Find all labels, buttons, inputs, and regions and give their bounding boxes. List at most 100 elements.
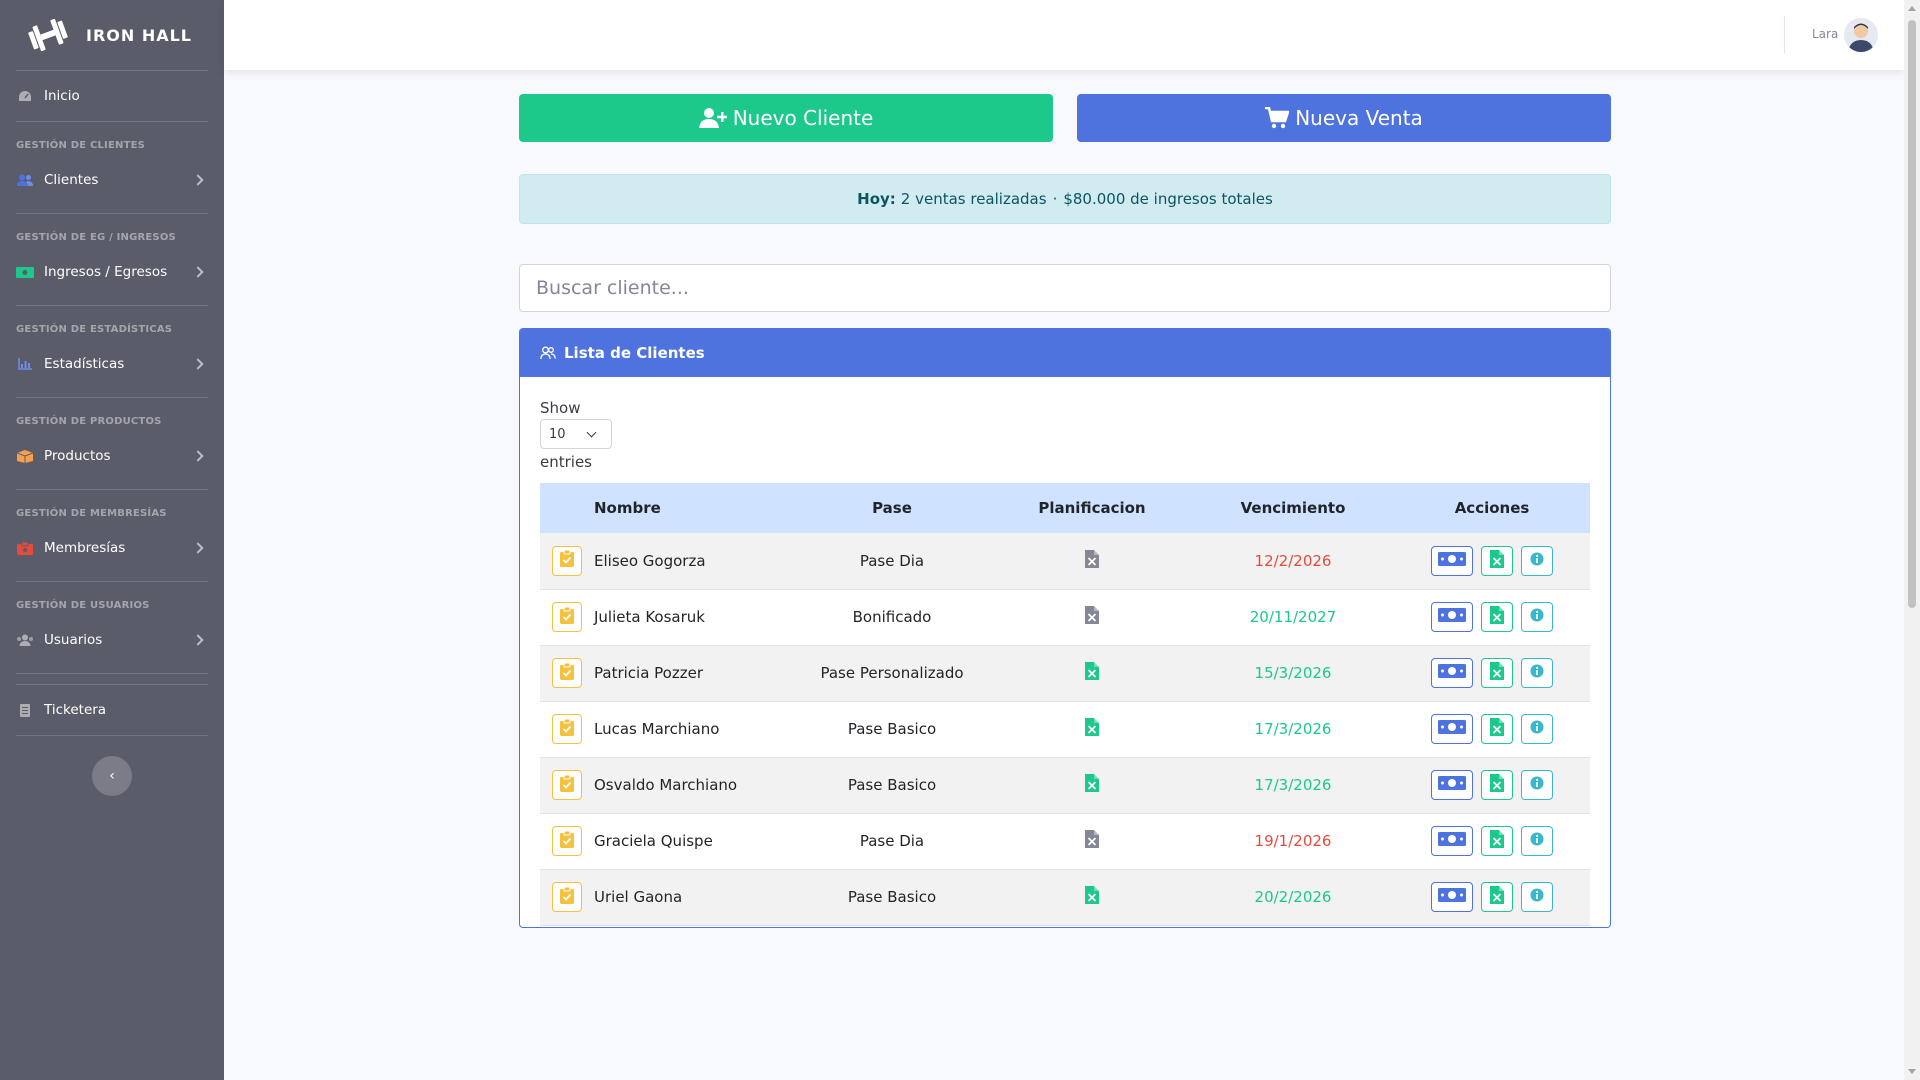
excel-file-icon: [1490, 830, 1504, 852]
table-row[interactable]: Julieta Kosaruk Bonificado 20/11/2027: [540, 589, 1590, 645]
excel-file-icon[interactable]: [1085, 549, 1099, 572]
client-vencimiento: 19/1/2026: [1254, 832, 1332, 850]
card-body: Show 10 entries Nombre Pase Planificacio…: [520, 377, 1610, 927]
export-excel-button[interactable]: [1481, 770, 1513, 800]
entries-label: entries: [540, 453, 592, 471]
planning-cell: [992, 813, 1192, 869]
user-name[interactable]: Lara: [1812, 27, 1838, 41]
money-bill-icon: [16, 265, 34, 279]
new-sale-button[interactable]: Nueva Venta: [1077, 94, 1611, 142]
payment-button[interactable]: [1431, 658, 1473, 688]
export-excel-button[interactable]: [1481, 714, 1513, 744]
sidebar-toggle-button[interactable]: ‹: [92, 756, 132, 796]
info-button[interactable]: [1521, 882, 1553, 912]
chevron-right-icon: [192, 174, 204, 186]
sidebar-item-usuarios[interactable]: Usuarios: [0, 615, 224, 665]
info-button[interactable]: [1521, 770, 1553, 800]
table-row[interactable]: Lucas Marchiano Pase Basico 17/3/2026: [540, 701, 1590, 757]
sidebar-heading: GESTIÓN DE ESTADÍSTICAS: [16, 324, 173, 335]
export-excel-button[interactable]: [1481, 545, 1513, 576]
payment-button[interactable]: [1431, 882, 1473, 912]
payment-button[interactable]: [1431, 714, 1473, 744]
search-input[interactable]: [519, 264, 1611, 312]
sidebar-item-clientes[interactable]: Clientes: [0, 155, 224, 205]
excel-file-icon[interactable]: [1085, 718, 1099, 740]
client-name: Osvaldo Marchiano: [594, 776, 738, 794]
planning-cell: [992, 869, 1192, 925]
sidebar-heading: GESTIÓN DE PRODUCTOS: [16, 416, 162, 427]
table-row[interactable]: Graciela Quispe Pase Dia 19/1/2026: [540, 813, 1590, 869]
action-buttons: Nuevo Cliente Nueva Venta: [519, 94, 1611, 142]
clipboard-check-button[interactable]: [552, 602, 582, 632]
table-row[interactable]: Osvaldo Marchiano Pase Basico 17/3/2026: [540, 757, 1590, 813]
user-plus-icon: [698, 108, 727, 128]
summary-income: $80.000 de ingresos totales: [1063, 190, 1273, 208]
scroll-thumb[interactable]: [1908, 20, 1916, 608]
clipboard-check-button[interactable]: [552, 826, 582, 856]
excel-file-icon[interactable]: [1085, 606, 1099, 628]
column-header-planificacion[interactable]: Planificacion: [992, 483, 1192, 533]
sidebar-item-label: Clientes: [44, 172, 99, 188]
sidebar-item-label: Usuarios: [44, 632, 103, 648]
avatar[interactable]: [1844, 18, 1878, 52]
sidebar-item-inicio[interactable]: Inicio: [0, 71, 224, 121]
excel-file-icon[interactable]: [1085, 662, 1099, 684]
table-row[interactable]: Tomas Ballesteros Pase Basico 20/2/2026: [540, 925, 1590, 927]
sidebar-item-ingresos-egresos[interactable]: Ingresos / Egresos: [0, 247, 224, 297]
info-button[interactable]: [1521, 714, 1553, 744]
client-name: Patricia Pozzer: [594, 664, 703, 682]
payment-button[interactable]: [1431, 826, 1473, 856]
info-button[interactable]: [1521, 545, 1553, 576]
excel-file-icon: [1490, 662, 1504, 684]
clipboard-check-button[interactable]: [552, 714, 582, 744]
info-button[interactable]: [1521, 826, 1553, 856]
info-button[interactable]: [1521, 602, 1553, 632]
sidebar-item-productos[interactable]: Productos: [0, 431, 224, 481]
info-icon: [1530, 552, 1544, 570]
export-excel-button[interactable]: [1481, 882, 1513, 912]
excel-file-icon[interactable]: [1085, 886, 1099, 908]
new-client-button[interactable]: Nuevo Cliente: [519, 94, 1053, 142]
info-button[interactable]: [1521, 658, 1553, 688]
excel-file-icon: [1490, 606, 1504, 628]
clipboard-check-button[interactable]: [552, 882, 582, 912]
excel-file-icon: [1490, 549, 1504, 572]
sidebar-item-estadisticas[interactable]: Estadísticas: [0, 339, 224, 389]
info-icon: [1530, 720, 1544, 738]
scroll-up-icon[interactable]: [1908, 6, 1916, 11]
payment-button[interactable]: [1431, 602, 1473, 632]
column-header-nombre[interactable]: Nombre: [594, 483, 792, 533]
export-excel-button[interactable]: [1481, 826, 1513, 856]
table-row[interactable]: Patricia Pozzer Pase Personalizado 15/3/…: [540, 645, 1590, 701]
excel-file-icon[interactable]: [1085, 774, 1099, 796]
scroll-down-icon[interactable]: [1908, 1069, 1916, 1074]
table-row[interactable]: Eliseo Gogorza Pase Dia 12/2/2026: [540, 533, 1590, 589]
card-title: Lista de Clientes: [564, 344, 705, 362]
tachometer-icon: [16, 89, 34, 103]
column-header-vencimiento[interactable]: Vencimiento: [1192, 483, 1394, 533]
money-bill-icon: [1438, 607, 1466, 627]
sidebar-item-ticketera[interactable]: Ticketera: [0, 685, 224, 735]
client-vencimiento: 20/2/2026: [1254, 888, 1332, 906]
clipboard-check-button[interactable]: [552, 658, 582, 688]
page-scrollbar[interactable]: [1904, 0, 1920, 1080]
entries-select[interactable]: 10: [540, 419, 612, 449]
table-row[interactable]: Uriel Gaona Pase Basico 20/2/2026: [540, 869, 1590, 925]
chevron-right-icon: [192, 450, 204, 462]
clipboard-check-button[interactable]: [552, 770, 582, 800]
sidebar-item-membresias[interactable]: Membresías: [0, 523, 224, 573]
column-header-pase[interactable]: Pase: [792, 483, 992, 533]
payment-button[interactable]: [1431, 545, 1473, 576]
clipboard-check-icon: [560, 606, 574, 628]
users-icon: [16, 173, 34, 187]
payment-button[interactable]: [1431, 770, 1473, 800]
export-excel-button[interactable]: [1481, 658, 1513, 688]
client-name: Eliseo Gogorza: [594, 551, 706, 570]
clipboard-check-button[interactable]: [552, 545, 582, 576]
brand[interactable]: IRON HALL: [0, 0, 224, 70]
chevron-left-icon: ‹: [109, 768, 115, 784]
client-name: Tomas Ballesteros: [594, 925, 792, 927]
export-excel-button[interactable]: [1481, 602, 1513, 632]
box-icon: [16, 449, 34, 463]
excel-file-icon[interactable]: [1085, 830, 1099, 852]
